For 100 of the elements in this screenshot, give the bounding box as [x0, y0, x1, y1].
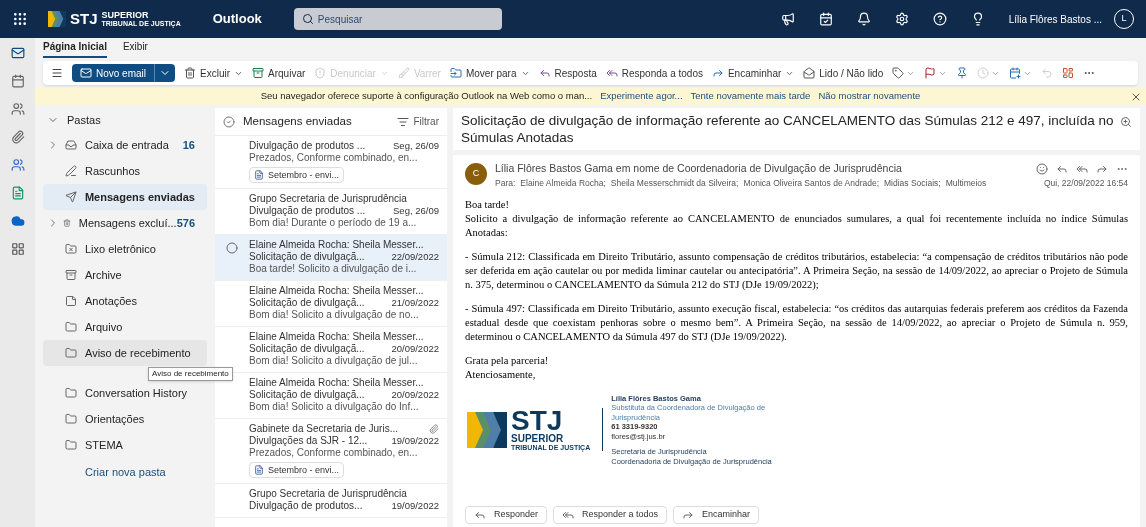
banner-link[interactable]: Não mostrar novamente: [818, 89, 921, 104]
notifications-icon[interactable]: [856, 12, 871, 26]
message-preview: Boa tarde! Solicito a divulgação de i...: [249, 263, 418, 275]
logo-icon: [467, 409, 507, 450]
cloud-icon[interactable]: [10, 214, 25, 228]
toolbar-icon-button[interactable]: [1062, 67, 1075, 79]
message-date: 20/09/2022: [391, 389, 439, 401]
calendar-check-icon[interactable]: [818, 12, 833, 26]
megaphone-icon[interactable]: [780, 12, 795, 26]
toolbar-icon: [397, 67, 410, 79]
people-icon[interactable]: [10, 102, 25, 116]
folder-item[interactable]: Lixo eletrônico: [43, 236, 207, 262]
banner-link[interactable]: Tente novamente mais tarde: [690, 89, 811, 104]
toolbar-button[interactable]: Arquivar: [252, 65, 306, 81]
select-circle-icon[interactable]: [226, 242, 238, 254]
ribbon-tab[interactable]: Página Inicial: [43, 39, 107, 58]
team-icon[interactable]: [10, 158, 25, 172]
new-email-button[interactable]: Novo email: [72, 64, 155, 82]
folder-item[interactable]: Anotações: [43, 288, 207, 314]
new-email-menu-button[interactable]: [154, 64, 176, 82]
zoom-icon[interactable]: [1120, 116, 1132, 128]
attachment-chip[interactable]: Setembro - envi...: [249, 462, 345, 478]
recipient[interactable]: Elaine Almeida Rocha;: [520, 176, 606, 190]
folder-item[interactable]: Arquivo: [43, 314, 207, 340]
settings-icon[interactable]: [894, 12, 909, 26]
message-date: Seg, 26/09: [393, 140, 439, 152]
toolbar-icon-button[interactable]: [892, 67, 916, 79]
folder-item[interactable]: Archive: [43, 262, 207, 288]
reply-icon: [682, 509, 695, 521]
search-field[interactable]: Pesquisar: [293, 8, 502, 30]
reply-button[interactable]: Responder a todos: [553, 506, 668, 524]
message-date: 21/09/2022: [391, 297, 439, 309]
toolbar-icon: [803, 67, 816, 79]
toolbar-button[interactable]: Responda a todos: [605, 65, 703, 81]
calendar-icon[interactable]: [10, 74, 25, 88]
folder-name: Archive: [85, 267, 123, 283]
toolbar-icon: [1009, 67, 1022, 79]
toolbar-button[interactable]: Excluir: [184, 65, 244, 81]
folder-item[interactable]: STEMA: [43, 432, 207, 458]
help-icon[interactable]: [932, 12, 947, 26]
message-sender: Elaine Almeida Rocha: Sheila Messer...: [249, 285, 425, 297]
message-item[interactable]: Gabinete da Secretaria de Juris... Divulgações da SJR - 12... 19/09/2022 Prezados, Conforme combinado, en... Setembro - envi...: [215, 419, 447, 484]
message-preview: Bom dia! Solicito a divulgação do Inf...: [249, 401, 420, 413]
message-preview: Prezados, Conforme combinado, en...: [249, 447, 419, 459]
apps-icon[interactable]: [10, 242, 25, 256]
document-icon: [254, 170, 264, 180]
toolbar-icon: [538, 67, 551, 79]
smiley-icon[interactable]: [1036, 162, 1048, 175]
message-sender: Grupo Secretaria de Jurisprudência: [249, 488, 408, 500]
recipient[interactable]: Multimeios: [945, 176, 987, 190]
reply-icon: [562, 509, 575, 521]
message-preview: Bom dia! Solicito a divulgação de no...: [249, 309, 420, 321]
ribbon-tab[interactable]: Exibir: [122, 39, 148, 58]
message-sender: Gabinete da Secretaria de Juris...: [249, 423, 399, 435]
toolbar-icon-button[interactable]: [1009, 67, 1033, 79]
select-all-icon[interactable]: [223, 115, 235, 128]
message-item[interactable]: Divulgação de produtos ... Seg, 26/09 Prezados, Conforme combinado, en... Setembro - envi...: [215, 136, 447, 189]
document-icon[interactable]: [10, 186, 25, 200]
toolbar-icon-button[interactable]: [956, 67, 969, 79]
toolbar-icon: [892, 67, 905, 79]
reply-button[interactable]: Encaminhar: [673, 506, 760, 524]
folder-name: Anotações: [85, 293, 138, 309]
attachment-chip[interactable]: Setembro - envi...: [249, 167, 345, 183]
email-paragraph: Solicito a divulgação de informação referente ao CANCELAMENTO de enunciados sumulares, a qual foi recentemente incluída no índice Súmulas Anotadas:: [465, 211, 1128, 240]
recipient[interactable]: Sheila Messerschmidt da Silveira;: [610, 176, 739, 190]
filter-button[interactable]: Filtrar: [397, 114, 439, 129]
email-date: Qui, 22/09/2022 16:54: [1043, 176, 1128, 190]
message-date: 20/09/2022: [391, 343, 439, 355]
folder-item[interactable]: Mensagens excluí...576: [43, 210, 207, 236]
recipient[interactable]: Monica Oliveira Santos de Andrade;: [743, 176, 880, 190]
message-preview: Prezados, Conforme combinado, en...: [249, 152, 419, 164]
folder-item[interactable]: Rascunhos: [43, 158, 207, 184]
toolbar-icon-button[interactable]: [924, 67, 948, 79]
toolbar-button[interactable]: Encaminhar: [711, 65, 795, 81]
toolbar-button[interactable]: Lido / Não lido: [803, 65, 884, 81]
folder-item[interactable]: Orientações: [43, 406, 207, 432]
to-label: Para:: [495, 176, 516, 190]
folder-item[interactable]: Caixa de entrada 16: [43, 132, 207, 158]
recipient[interactable]: Midias Sociais;: [884, 176, 941, 190]
menu-icon[interactable]: [51, 67, 63, 79]
message-item[interactable]: Elaine Almeida Rocha: Sheila Messer... Solicitação de divulgaçã... 22/09/2022 Boa tarde! Solicito a divulgação de i...: [215, 235, 447, 281]
user-name[interactable]: Lília Flôres Bastos ...: [1008, 11, 1102, 27]
toolbar-button[interactable]: Mover para: [449, 65, 530, 81]
folder-item[interactable]: Conversation History: [43, 380, 207, 406]
create-folder-link[interactable]: Criar nova pasta: [85, 464, 166, 481]
unread-count: 576: [176, 215, 195, 231]
banner-link[interactable]: Experimente agor...: [600, 89, 683, 104]
toolbar-button[interactable]: Resposta: [538, 65, 597, 81]
reply-button[interactable]: Responder: [465, 506, 548, 524]
app-name[interactable]: Outlook: [212, 9, 262, 29]
message-subject: Solicitação de divulgaçã...: [249, 297, 365, 309]
folders-header[interactable]: Pastas: [67, 111, 101, 129]
folder-item[interactable]: Mensagens enviadas: [43, 184, 207, 210]
paperclip-icon[interactable]: [10, 130, 25, 144]
app-launcher-icon[interactable]: [12, 11, 28, 27]
message-item[interactable]: Elaine Almeida Rocha: Sheila Messer... Solicitação de divulgaçã... 21/09/2022 Bom dia! Solicito a divulgação de no...: [215, 281, 447, 327]
message-item[interactable]: Grupo Secretaria de Jurisprudência Divulgação de produtos... 19/09/2022: [215, 484, 447, 518]
message-subject: Divulgação de produtos...: [249, 500, 363, 512]
mail-icon[interactable]: [10, 46, 25, 60]
email-paragraph: Grata pela parceria!: [465, 353, 550, 368]
